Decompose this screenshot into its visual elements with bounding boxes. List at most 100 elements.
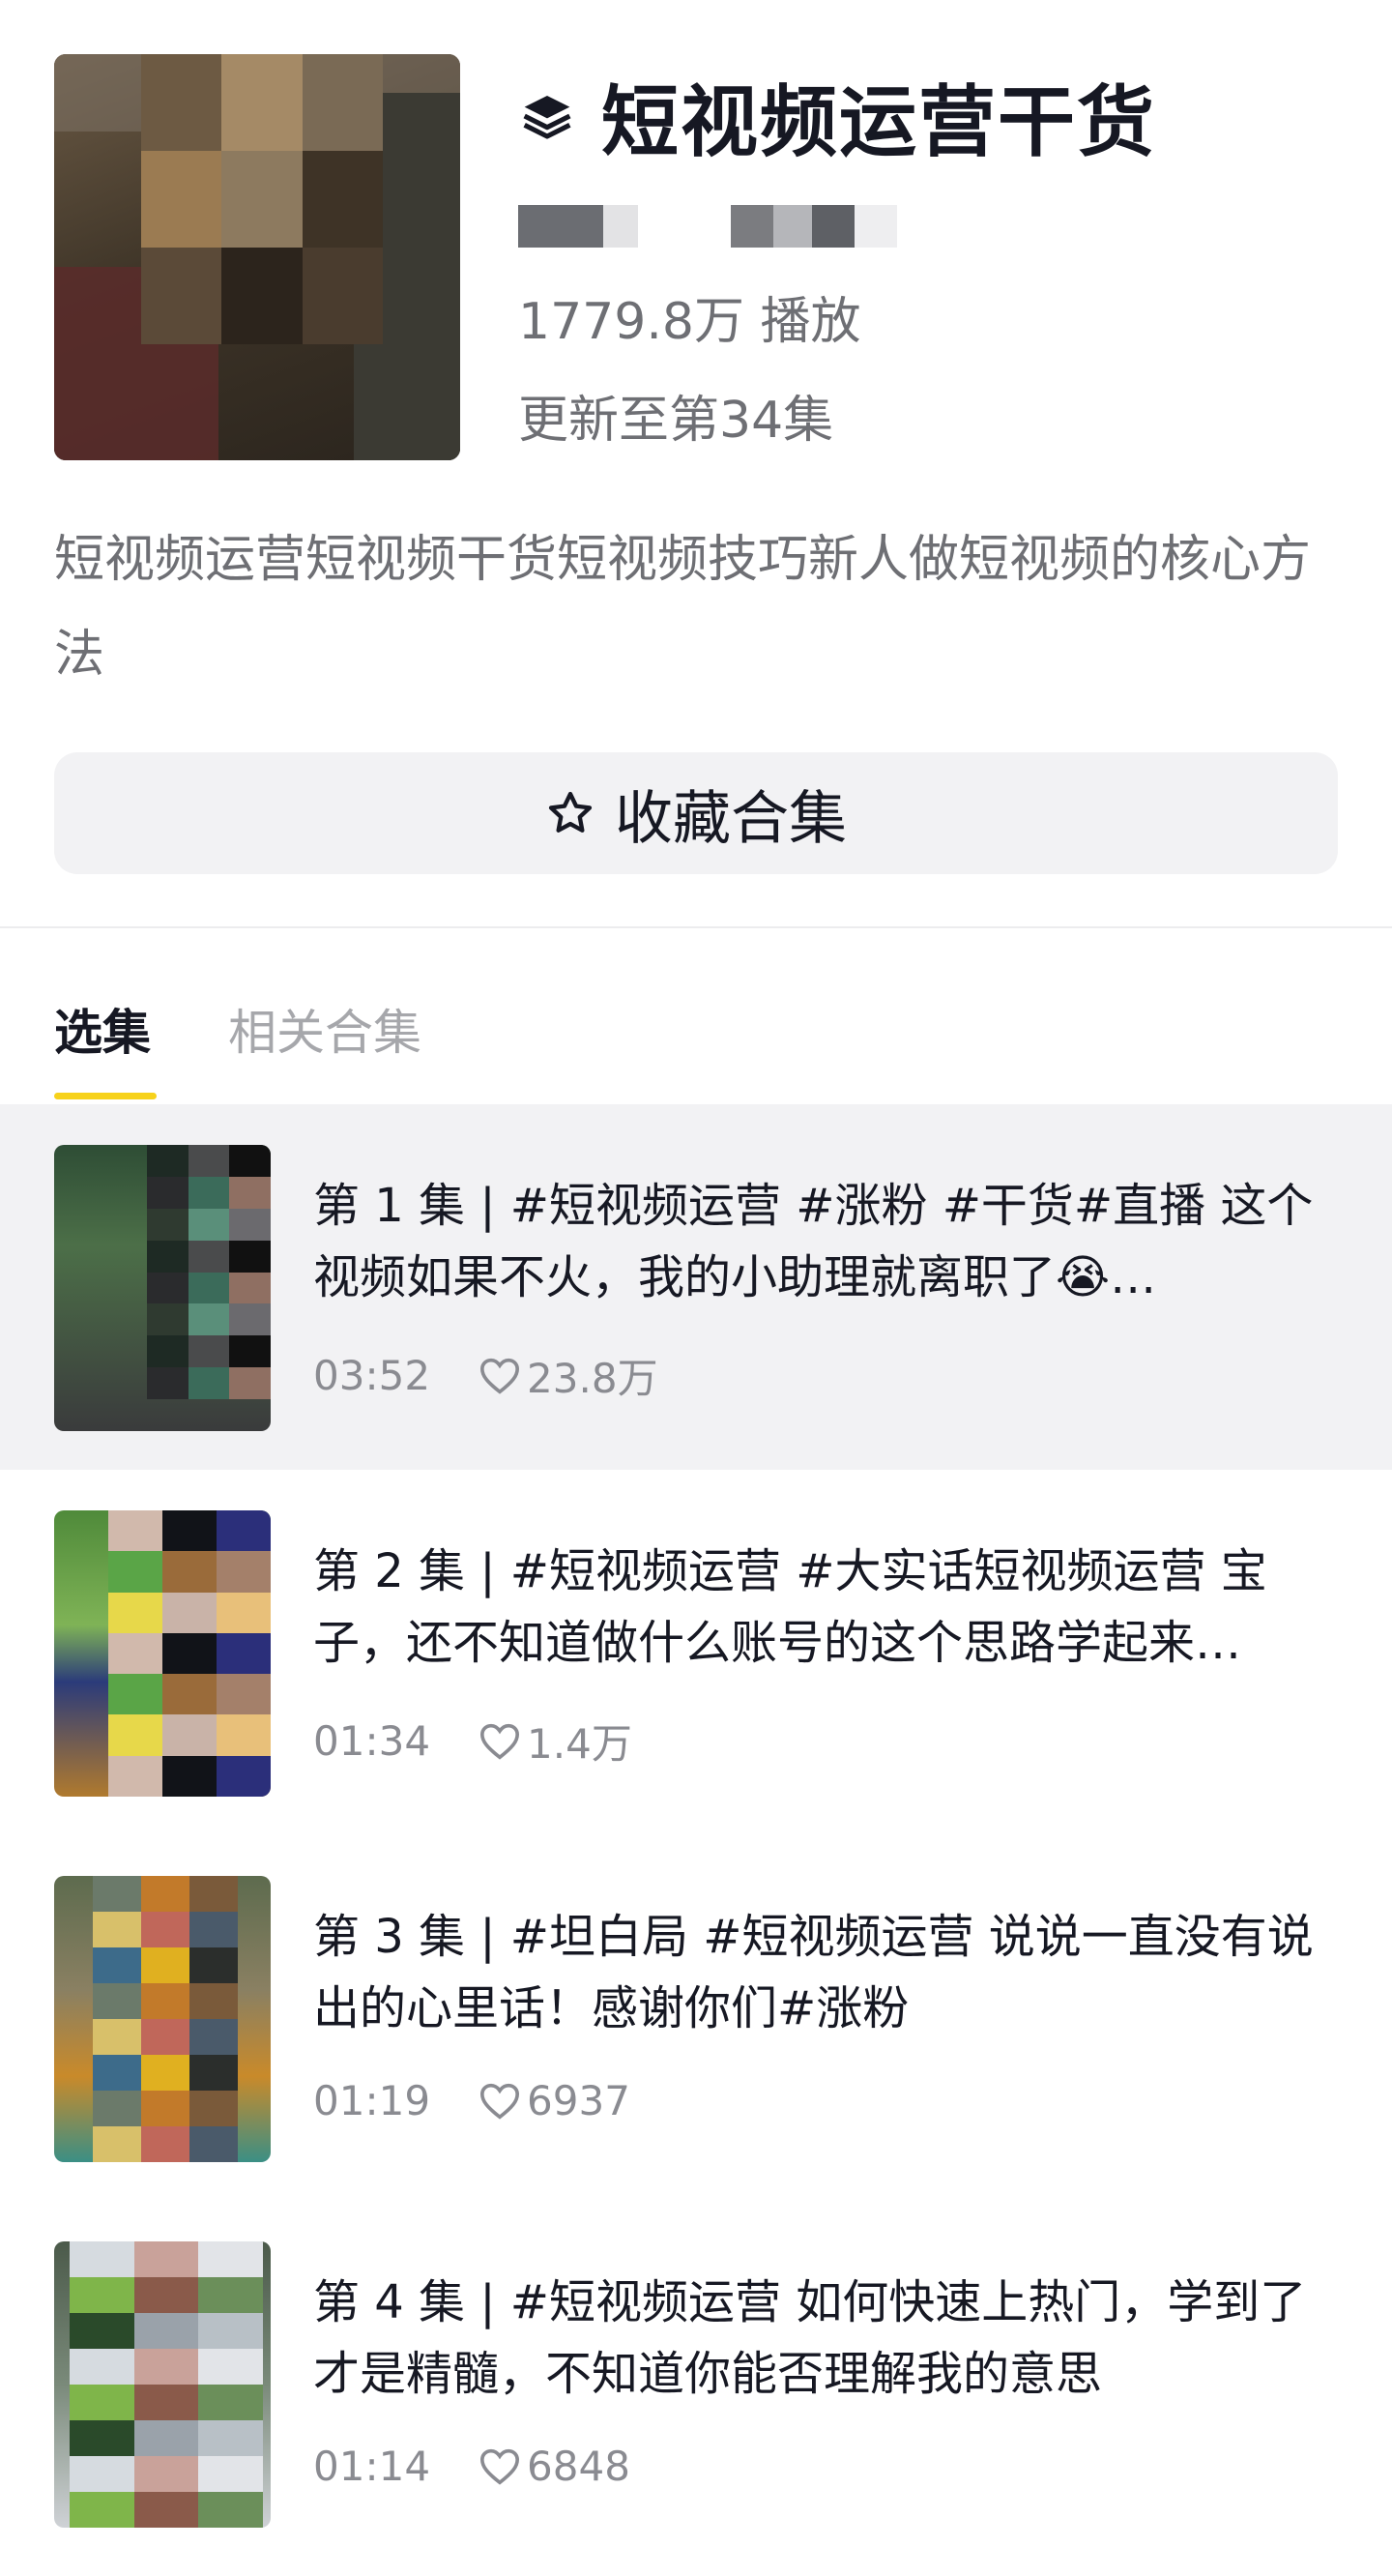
mosaic-cell [189,1876,238,1912]
mosaic-cell [70,2492,134,2528]
mosaic-cell [93,2126,141,2162]
episode-duration: 03:52 [313,1352,431,1399]
episode-title: 第 2 集 | #短视频运营 #大实话短视频运营 宝子，还不知道做什么账号的这个… [313,1544,1267,1670]
mosaic-cell [133,2277,199,2313]
mosaic-cell [70,2313,134,2349]
episode-item[interactable]: 第 4 集 | #短视频运营 如何快速上热门，学到了才是精髓，不知道你能否理解我… [0,2201,1392,2566]
episode-item[interactable]: 第 3 集 | #坦白局 #短视频运营 说说一直没有说出的心里话！感谢你们#涨粉… [0,1835,1392,2201]
tab-related-collections[interactable]: 相关合集 [228,994,421,1064]
episode-list: 第 1 集 | #短视频运营 #涨粉 #干货#直播 这个视频如果不火，我的小助理… [0,1104,1392,2566]
mosaic-cell [198,2349,263,2385]
mosaic-cell [188,1240,230,1273]
mosaic-cell [198,2420,263,2456]
collection-description: 短视频运营短视频干货短视频技巧新人做短视频的核心方法 [54,531,1312,684]
mosaic-cell [141,2055,189,2091]
mosaic-cell [108,1592,162,1633]
mosaic-cell [302,54,383,151]
mosaic-cell [162,1592,217,1633]
mosaic-cell [302,151,383,248]
collection-title: 短视频运营干货 [601,77,1156,167]
mosaic-cell [70,2277,134,2313]
mosaic-cell [198,2241,263,2277]
episode-like-count: 23.8万 [527,1355,658,1402]
mosaic-cell [70,2241,134,2277]
mosaic-cell [93,1947,141,1983]
mosaic-cell [93,1983,141,2019]
mosaic-cell [93,2019,141,2055]
mosaic-cell [108,1632,162,1675]
episode-thumbnail [54,1510,271,1797]
pixelated-face [147,1145,271,1431]
star-outline-icon [548,791,593,833]
mosaic-cell [162,1632,217,1675]
mosaic-cell [108,1551,162,1593]
mosaic-cell [108,1510,162,1552]
mosaic-cell [189,2019,238,2055]
episode-like-count: 6937 [527,2077,630,2124]
mosaic-cell [189,2055,238,2091]
collect-collection-button[interactable]: 收藏合集 [54,752,1338,874]
mosaic-cell [162,1674,217,1715]
mosaic-cell [147,1272,188,1304]
mosaic-cell [229,1145,271,1177]
mosaic-cell [141,248,222,344]
mosaic-cell [141,1983,189,2019]
mosaic-cell [162,1551,217,1593]
mosaic-cell [141,1912,189,1947]
mosaic-cell [188,1176,230,1209]
mosaic-cell [229,1335,271,1368]
mosaic-cell [141,2019,189,2055]
mosaic-cell [229,1303,271,1336]
mosaic-cell [189,1983,238,2019]
mosaic-cell [93,1876,141,1912]
episode-item[interactable]: 第 1 集 | #短视频运营 #涨粉 #干货#直播 这个视频如果不火，我的小助理… [0,1104,1392,1470]
mosaic-cell [198,2492,263,2528]
mosaic-cell [162,1755,217,1797]
episode-like-count: 6848 [527,2443,630,2490]
mosaic-cell [147,1145,188,1177]
pixelated-face [141,54,383,344]
episode-item[interactable]: 第 2 集 | #短视频运营 #大实话短视频运营 宝子，还不知道做什么账号的这个… [0,1470,1392,1835]
episode-duration: 01:14 [313,2443,431,2490]
heart-outline-icon [480,2083,520,2120]
episode-likes: 23.8万 [478,1346,658,1405]
play-count: 1779.8万 播放 [518,293,861,351]
mosaic-cell [141,2126,189,2162]
mosaic-cell [217,1551,271,1593]
mosaic-cell [141,151,222,248]
episode-duration: 01:34 [313,1717,431,1765]
mosaic-cell [188,1367,230,1400]
collect-button-label: 收藏合集 [615,784,847,853]
tab-episodes[interactable]: 选集 [54,994,151,1064]
episode-meta: 01:19 6937 [313,2077,630,2124]
pixelated-face [70,2241,263,2528]
mosaic-cell [189,2091,238,2126]
mosaic-cell [93,1912,141,1947]
heart-outline-icon [480,2448,520,2485]
mosaic-cell [133,2349,199,2385]
mosaic-cell [188,1145,230,1177]
mosaic-cell [217,1632,271,1675]
mosaic-cell [108,1755,162,1797]
mosaic-cell [141,54,222,151]
episode-like-count: 1.4万 [527,1720,632,1768]
mosaic-cell [133,2385,199,2420]
episode-likes: 6848 [478,2443,630,2490]
mosaic-cell [162,1510,217,1552]
redacted-author [518,205,963,248]
pixelated-face [108,1510,271,1797]
mosaic-cell [229,1240,271,1273]
mosaic-cell [147,1240,188,1273]
mosaic-cell [147,1208,188,1241]
mosaic-cell [217,1755,271,1797]
mosaic-cell [133,2241,199,2277]
heart-outline-icon [480,1723,520,1760]
mosaic-cell [188,1303,230,1336]
mosaic-cell [133,2492,199,2528]
mosaic-cell [217,1714,271,1756]
mosaic-cell [302,248,383,344]
collection-cover-image [54,54,460,460]
mosaic-cell [141,2091,189,2126]
mosaic-cell [198,2385,263,2420]
episode-title: 第 1 集 | #短视频运营 #涨粉 #干货#直播 这个视频如果不火，我的小助理… [313,1179,1314,1304]
